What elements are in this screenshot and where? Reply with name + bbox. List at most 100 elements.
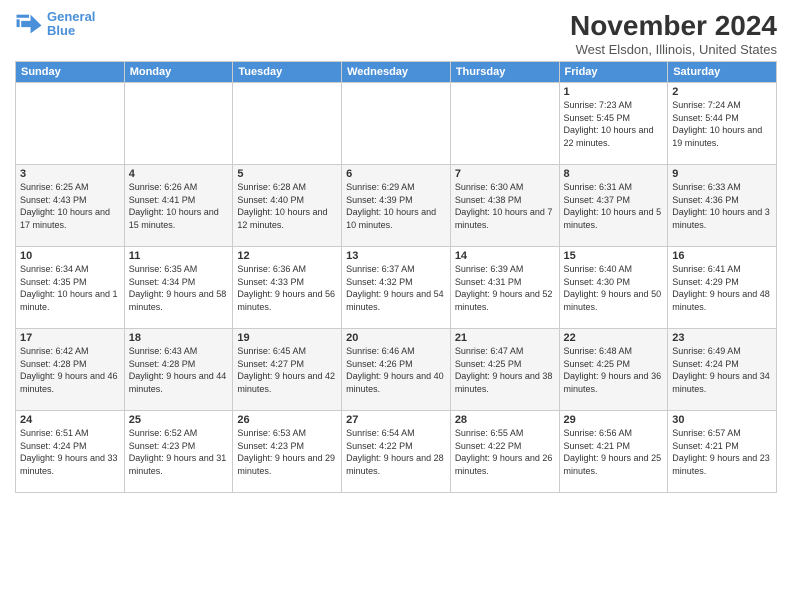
calendar-cell: 23Sunrise: 6:49 AM Sunset: 4:24 PM Dayli…	[668, 329, 777, 411]
calendar-cell: 15Sunrise: 6:40 AM Sunset: 4:30 PM Dayli…	[559, 247, 668, 329]
calendar-cell: 10Sunrise: 6:34 AM Sunset: 4:35 PM Dayli…	[16, 247, 125, 329]
calendar-cell: 17Sunrise: 6:42 AM Sunset: 4:28 PM Dayli…	[16, 329, 125, 411]
calendar-cell	[450, 83, 559, 165]
calendar-cell: 14Sunrise: 6:39 AM Sunset: 4:31 PM Dayli…	[450, 247, 559, 329]
calendar-cell: 28Sunrise: 6:55 AM Sunset: 4:22 PM Dayli…	[450, 411, 559, 493]
day-info: Sunrise: 6:51 AM Sunset: 4:24 PM Dayligh…	[20, 427, 120, 477]
day-info: Sunrise: 6:57 AM Sunset: 4:21 PM Dayligh…	[672, 427, 772, 477]
day-info: Sunrise: 6:49 AM Sunset: 4:24 PM Dayligh…	[672, 345, 772, 395]
day-info: Sunrise: 7:23 AM Sunset: 5:45 PM Dayligh…	[564, 99, 664, 149]
day-number: 2	[672, 86, 772, 98]
calendar-cell: 3Sunrise: 6:25 AM Sunset: 4:43 PM Daylig…	[16, 165, 125, 247]
calendar-cell	[124, 83, 233, 165]
day-number: 14	[455, 250, 555, 262]
month-title: November 2024	[570, 10, 777, 42]
day-info: Sunrise: 6:52 AM Sunset: 4:23 PM Dayligh…	[129, 427, 229, 477]
calendar-cell: 4Sunrise: 6:26 AM Sunset: 4:41 PM Daylig…	[124, 165, 233, 247]
day-number: 7	[455, 168, 555, 180]
calendar-cell: 27Sunrise: 6:54 AM Sunset: 4:22 PM Dayli…	[342, 411, 451, 493]
day-number: 25	[129, 414, 229, 426]
calendar-week-3: 10Sunrise: 6:34 AM Sunset: 4:35 PM Dayli…	[16, 247, 777, 329]
calendar-week-1: 1Sunrise: 7:23 AM Sunset: 5:45 PM Daylig…	[16, 83, 777, 165]
calendar-cell: 5Sunrise: 6:28 AM Sunset: 4:40 PM Daylig…	[233, 165, 342, 247]
calendar-cell	[16, 83, 125, 165]
calendar-cell: 12Sunrise: 6:36 AM Sunset: 4:33 PM Dayli…	[233, 247, 342, 329]
day-info: Sunrise: 6:35 AM Sunset: 4:34 PM Dayligh…	[129, 263, 229, 313]
day-number: 3	[20, 168, 120, 180]
calendar-cell: 18Sunrise: 6:43 AM Sunset: 4:28 PM Dayli…	[124, 329, 233, 411]
day-number: 24	[20, 414, 120, 426]
calendar-cell: 6Sunrise: 6:29 AM Sunset: 4:39 PM Daylig…	[342, 165, 451, 247]
logo-general: General	[47, 9, 95, 24]
day-number: 16	[672, 250, 772, 262]
day-number: 8	[564, 168, 664, 180]
calendar-cell: 13Sunrise: 6:37 AM Sunset: 4:32 PM Dayli…	[342, 247, 451, 329]
day-info: Sunrise: 6:40 AM Sunset: 4:30 PM Dayligh…	[564, 263, 664, 313]
page-container: General Blue November 2024 West Elsdon, …	[0, 0, 792, 498]
logo-text: General Blue	[47, 10, 95, 39]
calendar-cell	[342, 83, 451, 165]
day-number: 22	[564, 332, 664, 344]
day-info: Sunrise: 6:47 AM Sunset: 4:25 PM Dayligh…	[455, 345, 555, 395]
calendar-cell: 22Sunrise: 6:48 AM Sunset: 4:25 PM Dayli…	[559, 329, 668, 411]
day-info: Sunrise: 6:31 AM Sunset: 4:37 PM Dayligh…	[564, 181, 664, 231]
day-number: 21	[455, 332, 555, 344]
day-number: 15	[564, 250, 664, 262]
col-sunday: Sunday	[16, 62, 125, 83]
col-monday: Monday	[124, 62, 233, 83]
day-info: Sunrise: 6:34 AM Sunset: 4:35 PM Dayligh…	[20, 263, 120, 313]
location: West Elsdon, Illinois, United States	[570, 42, 777, 57]
day-number: 26	[237, 414, 337, 426]
day-number: 5	[237, 168, 337, 180]
calendar-cell: 25Sunrise: 6:52 AM Sunset: 4:23 PM Dayli…	[124, 411, 233, 493]
header: General Blue November 2024 West Elsdon, …	[15, 10, 777, 57]
day-number: 11	[129, 250, 229, 262]
calendar-cell: 24Sunrise: 6:51 AM Sunset: 4:24 PM Dayli…	[16, 411, 125, 493]
day-number: 4	[129, 168, 229, 180]
day-info: Sunrise: 6:46 AM Sunset: 4:26 PM Dayligh…	[346, 345, 446, 395]
day-info: Sunrise: 6:25 AM Sunset: 4:43 PM Dayligh…	[20, 181, 120, 231]
day-info: Sunrise: 6:30 AM Sunset: 4:38 PM Dayligh…	[455, 181, 555, 231]
day-number: 20	[346, 332, 446, 344]
col-thursday: Thursday	[450, 62, 559, 83]
day-number: 23	[672, 332, 772, 344]
day-info: Sunrise: 6:56 AM Sunset: 4:21 PM Dayligh…	[564, 427, 664, 477]
calendar: Sunday Monday Tuesday Wednesday Thursday…	[15, 61, 777, 493]
calendar-week-5: 24Sunrise: 6:51 AM Sunset: 4:24 PM Dayli…	[16, 411, 777, 493]
day-number: 27	[346, 414, 446, 426]
day-number: 10	[20, 250, 120, 262]
col-tuesday: Tuesday	[233, 62, 342, 83]
day-info: Sunrise: 6:55 AM Sunset: 4:22 PM Dayligh…	[455, 427, 555, 477]
col-wednesday: Wednesday	[342, 62, 451, 83]
day-info: Sunrise: 6:41 AM Sunset: 4:29 PM Dayligh…	[672, 263, 772, 313]
calendar-cell: 30Sunrise: 6:57 AM Sunset: 4:21 PM Dayli…	[668, 411, 777, 493]
calendar-cell: 16Sunrise: 6:41 AM Sunset: 4:29 PM Dayli…	[668, 247, 777, 329]
day-info: Sunrise: 6:28 AM Sunset: 4:40 PM Dayligh…	[237, 181, 337, 231]
calendar-cell: 7Sunrise: 6:30 AM Sunset: 4:38 PM Daylig…	[450, 165, 559, 247]
day-info: Sunrise: 6:45 AM Sunset: 4:27 PM Dayligh…	[237, 345, 337, 395]
calendar-cell: 21Sunrise: 6:47 AM Sunset: 4:25 PM Dayli…	[450, 329, 559, 411]
calendar-cell: 26Sunrise: 6:53 AM Sunset: 4:23 PM Dayli…	[233, 411, 342, 493]
col-saturday: Saturday	[668, 62, 777, 83]
calendar-cell: 20Sunrise: 6:46 AM Sunset: 4:26 PM Dayli…	[342, 329, 451, 411]
day-info: Sunrise: 6:37 AM Sunset: 4:32 PM Dayligh…	[346, 263, 446, 313]
calendar-cell: 9Sunrise: 6:33 AM Sunset: 4:36 PM Daylig…	[668, 165, 777, 247]
day-info: Sunrise: 6:36 AM Sunset: 4:33 PM Dayligh…	[237, 263, 337, 313]
day-number: 28	[455, 414, 555, 426]
day-number: 9	[672, 168, 772, 180]
col-friday: Friday	[559, 62, 668, 83]
calendar-cell: 29Sunrise: 6:56 AM Sunset: 4:21 PM Dayli…	[559, 411, 668, 493]
calendar-cell: 2Sunrise: 7:24 AM Sunset: 5:44 PM Daylig…	[668, 83, 777, 165]
calendar-week-2: 3Sunrise: 6:25 AM Sunset: 4:43 PM Daylig…	[16, 165, 777, 247]
day-info: Sunrise: 6:33 AM Sunset: 4:36 PM Dayligh…	[672, 181, 772, 231]
calendar-cell: 11Sunrise: 6:35 AM Sunset: 4:34 PM Dayli…	[124, 247, 233, 329]
day-info: Sunrise: 6:48 AM Sunset: 4:25 PM Dayligh…	[564, 345, 664, 395]
day-info: Sunrise: 6:54 AM Sunset: 4:22 PM Dayligh…	[346, 427, 446, 477]
day-info: Sunrise: 6:39 AM Sunset: 4:31 PM Dayligh…	[455, 263, 555, 313]
calendar-cell	[233, 83, 342, 165]
day-info: Sunrise: 6:43 AM Sunset: 4:28 PM Dayligh…	[129, 345, 229, 395]
logo-icon	[15, 10, 43, 38]
day-number: 19	[237, 332, 337, 344]
day-number: 18	[129, 332, 229, 344]
day-info: Sunrise: 6:29 AM Sunset: 4:39 PM Dayligh…	[346, 181, 446, 231]
